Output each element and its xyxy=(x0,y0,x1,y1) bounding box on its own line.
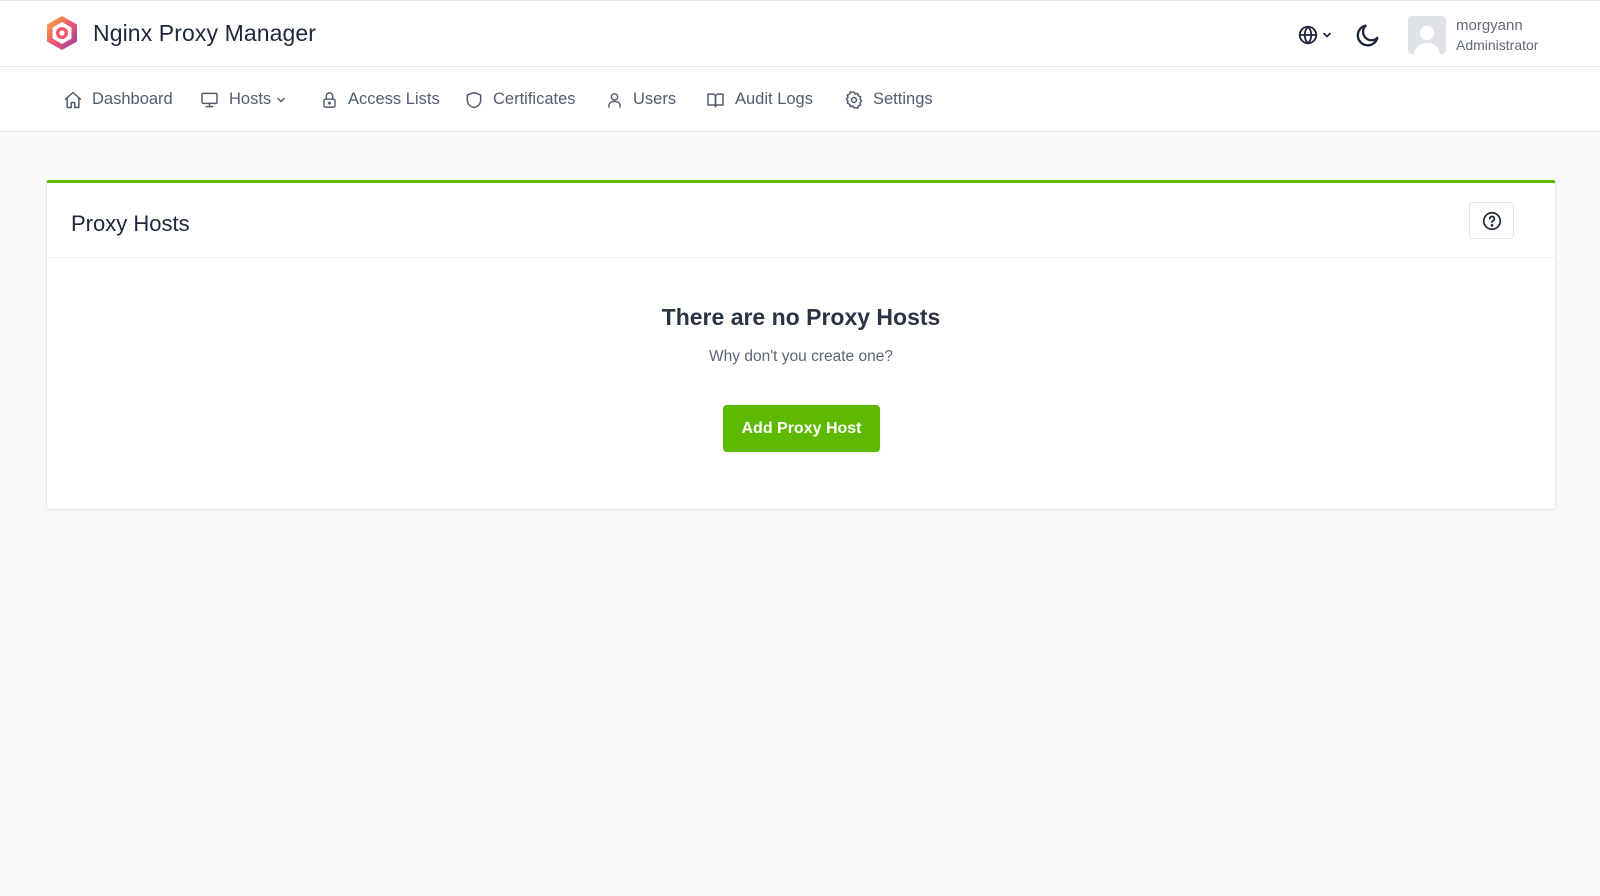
language-selector[interactable] xyxy=(1297,23,1337,47)
nav-item-label: Users xyxy=(633,90,677,108)
nav-item-audit-logs[interactable]: Audit Logs xyxy=(705,67,813,132)
main-nav: Dashboard Hosts Access Lists Certificate… xyxy=(0,67,1600,132)
gear-icon xyxy=(845,90,863,109)
empty-state-subtitle: Why don't you create one? xyxy=(709,348,893,365)
chevron-down-icon xyxy=(1323,32,1331,38)
help-button[interactable] xyxy=(1469,202,1514,239)
nav-item-label: Audit Logs xyxy=(735,90,813,108)
nav-item-label: Access Lists xyxy=(348,90,440,108)
nav-item-label: Certificates xyxy=(493,90,576,108)
book-icon xyxy=(707,92,724,107)
avatar xyxy=(1408,16,1446,54)
nav-item-dashboard[interactable]: Dashboard xyxy=(63,67,173,132)
top-header: Nginx Proxy Manager morgyann Administrat… xyxy=(0,0,1600,67)
nav-item-label: Dashboard xyxy=(92,90,173,108)
monitor-icon xyxy=(201,92,218,107)
moon-icon xyxy=(1356,24,1379,47)
theme-toggle-button[interactable] xyxy=(1354,20,1382,50)
user-name: morgyann xyxy=(1456,17,1523,34)
shield-icon xyxy=(466,91,482,108)
page-title: Proxy Hosts xyxy=(71,211,190,236)
globe-icon xyxy=(1298,25,1318,45)
chevron-down-icon xyxy=(277,97,285,103)
nav-item-certificates[interactable]: Certificates xyxy=(464,67,576,132)
user-icon xyxy=(608,92,621,108)
nav-item-label: Hosts xyxy=(229,90,272,108)
app-logo-icon xyxy=(47,16,77,50)
nav-item-access-lists[interactable]: Access Lists xyxy=(320,67,440,132)
home-icon xyxy=(64,91,82,108)
brand[interactable]: Nginx Proxy Manager xyxy=(44,15,316,51)
card-header: Proxy Hosts xyxy=(47,183,1555,258)
nav-item-hosts[interactable]: Hosts xyxy=(199,67,286,132)
proxy-hosts-card: Proxy Hosts There are no Proxy Hosts Why… xyxy=(46,180,1556,510)
user-role: Administrator xyxy=(1456,37,1539,53)
avatar-placeholder-icon xyxy=(1414,26,1440,54)
nav-item-users[interactable]: Users xyxy=(605,67,676,132)
add-proxy-host-button[interactable]: Add Proxy Host xyxy=(723,405,880,452)
empty-state-title: There are no Proxy Hosts xyxy=(661,304,941,330)
nav-item-settings[interactable]: Settings xyxy=(844,67,933,132)
lock-icon xyxy=(323,91,336,108)
nav-item-label: Settings xyxy=(873,90,933,108)
help-icon xyxy=(1482,211,1501,230)
app-title: Nginx Proxy Manager xyxy=(93,19,317,46)
user-menu[interactable]: morgyann Administrator xyxy=(1408,15,1538,55)
